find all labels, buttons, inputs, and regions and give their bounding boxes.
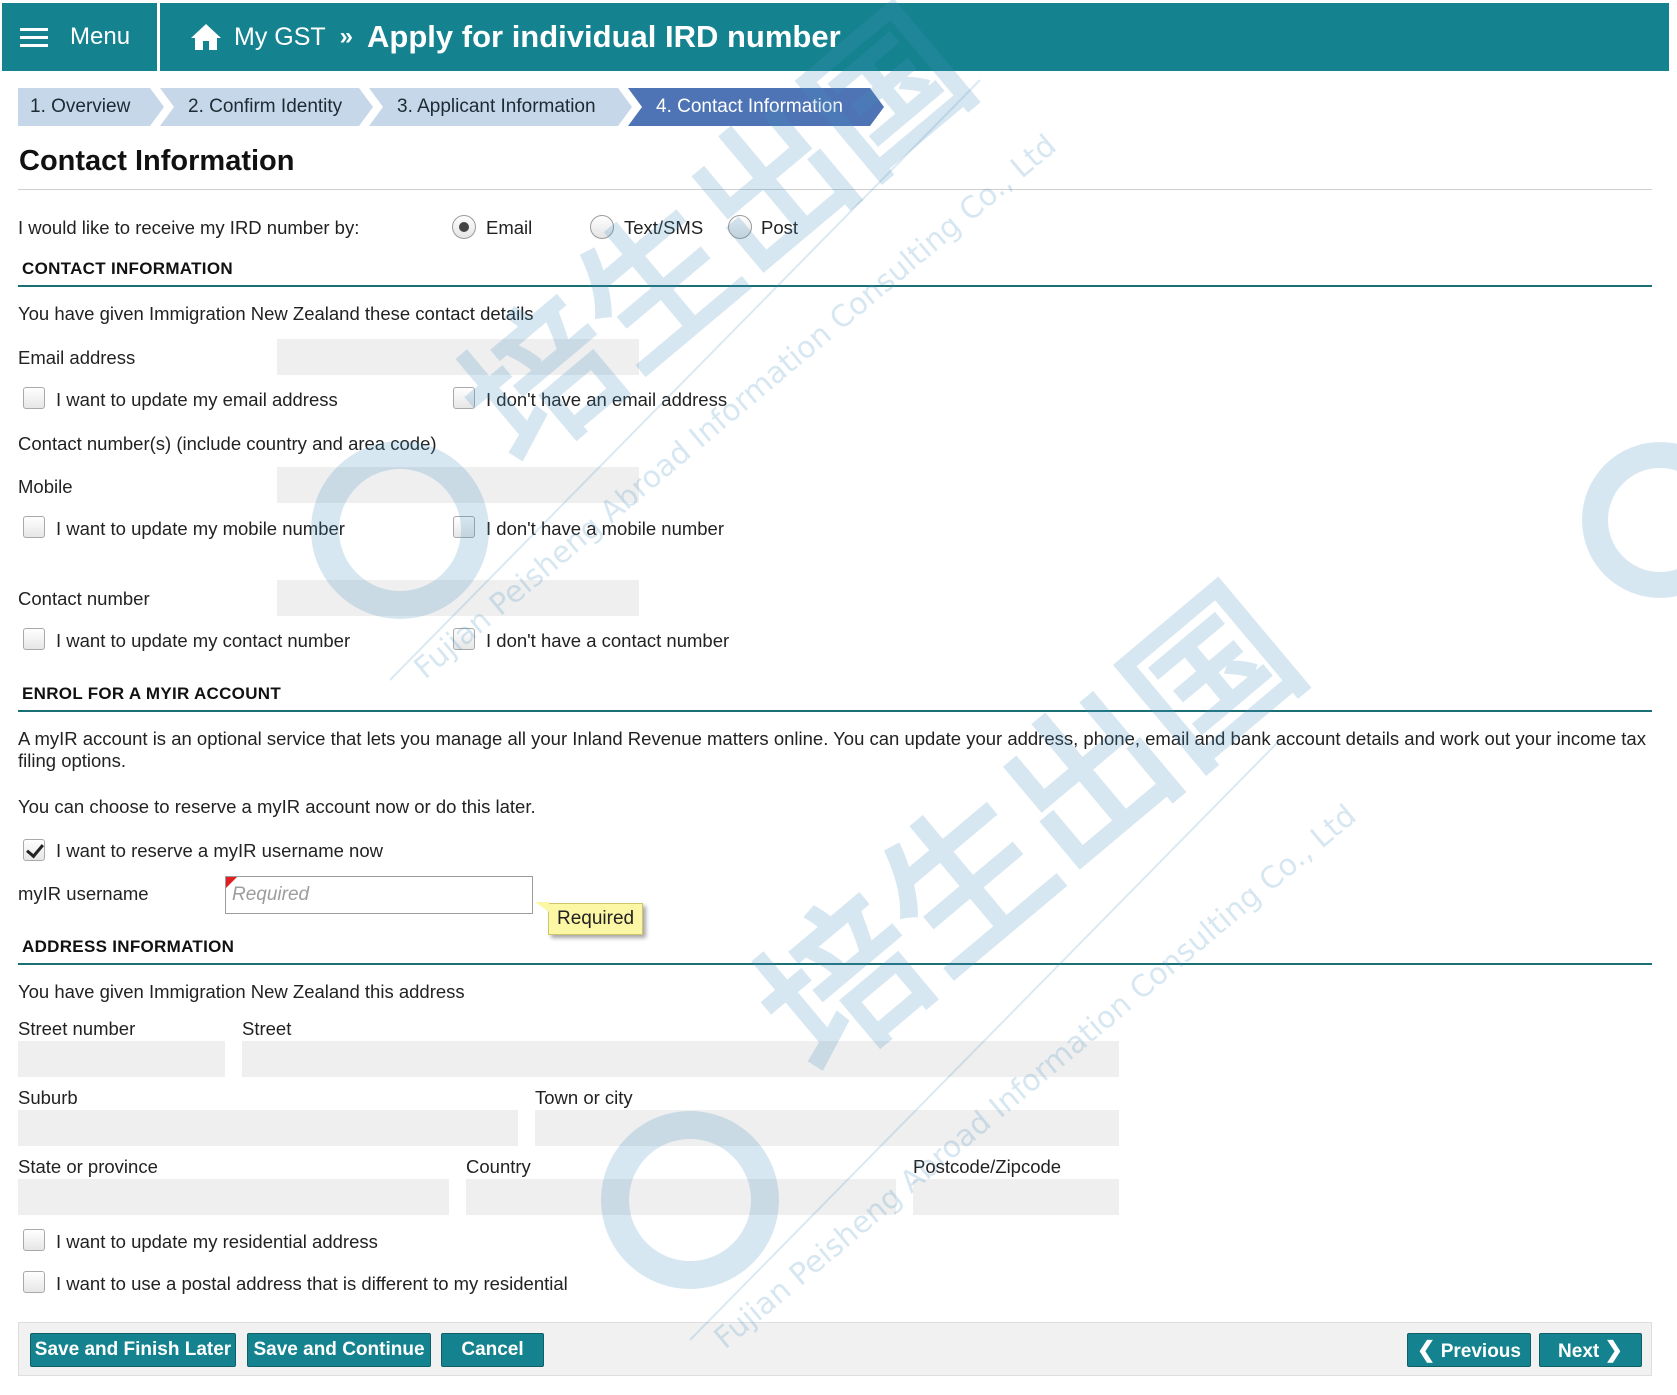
divider (18, 189, 1652, 190)
cancel-button[interactable]: Cancel (441, 1333, 544, 1367)
watermark-logo-icon (1582, 442, 1677, 598)
update-contact-label: I want to update my contact number (56, 630, 351, 651)
watermark-english-text: Fujian Peisheng Abroad Information Consu… (708, 798, 1364, 1356)
save-continue-button[interactable]: Save and Continue (247, 1333, 431, 1367)
no-email-label: I don't have an email address (486, 389, 728, 410)
update-residential-label: I want to update my residential address (56, 1231, 378, 1252)
breadcrumb: My GST » Apply for individual IRD number (190, 3, 841, 71)
chevron-right-icon: ❯ (1604, 1337, 1623, 1362)
required-indicator (226, 877, 237, 888)
breadcrumb-separator: » (339, 23, 354, 50)
no-mobile-label: I don't have a mobile number (486, 518, 725, 539)
menu-label: Menu (70, 23, 131, 50)
reserve-myir-label: I want to reserve a myIR username now (56, 840, 383, 861)
radio-text-sms[interactable] (590, 215, 614, 239)
hamburger-icon (20, 26, 48, 48)
contact-number-field (277, 580, 639, 616)
street-number-field (18, 1041, 225, 1077)
update-mobile-label: I want to update my mobile number (56, 518, 345, 539)
myir-choose-text: You can choose to reserve a myIR account… (18, 796, 536, 817)
radio-email[interactable] (452, 215, 476, 239)
no-email-checkbox[interactable] (453, 387, 475, 409)
update-contact-checkbox[interactable] (23, 628, 45, 650)
reserve-myir-checkbox[interactable] (23, 839, 45, 861)
page-title: Contact Information (19, 145, 295, 177)
footer-bar: Save and Finish Later Save and Continue … (18, 1322, 1652, 1376)
section-divider (18, 963, 1652, 965)
page-header-title: Apply for individual IRD number (367, 19, 841, 54)
postal-different-label: I want to use a postal address that is d… (56, 1273, 568, 1294)
email-label: Email address (18, 347, 136, 368)
myir-username-label: myIR username (18, 883, 149, 904)
town-field (535, 1110, 1119, 1146)
breadcrumb-home-link[interactable]: My GST (234, 23, 326, 52)
menu-button[interactable]: Menu (2, 3, 160, 71)
suburb-label: Suburb (18, 1087, 78, 1108)
state-label: State or province (18, 1156, 158, 1177)
required-tooltip: Required (534, 902, 644, 935)
next-button[interactable]: Next ❯ (1539, 1333, 1642, 1367)
update-email-checkbox[interactable] (23, 387, 45, 409)
contact-intro: You have given Immigration New Zealand t… (18, 303, 534, 324)
watermark-chinese-text: 培生出国 (724, 554, 1334, 1109)
contact-numbers-label: Contact number(s) (include country and a… (18, 433, 437, 454)
state-field (18, 1179, 449, 1215)
save-finish-later-button[interactable]: Save and Finish Later (30, 1333, 236, 1367)
watermark-chinese-text: 培生出国 (431, 0, 1002, 498)
contact-number-label: Contact number (18, 588, 150, 609)
postcode-field (913, 1179, 1119, 1215)
suburb-field (18, 1110, 518, 1146)
country-label: Country (466, 1156, 531, 1177)
no-mobile-checkbox[interactable] (453, 516, 475, 538)
update-mobile-checkbox[interactable] (23, 516, 45, 538)
street-field (242, 1041, 1119, 1077)
watermark-line (689, 739, 1281, 1341)
previous-button[interactable]: ❮ Previous (1407, 1333, 1531, 1367)
radio-email-label: Email (486, 217, 533, 238)
update-residential-checkbox[interactable] (23, 1229, 45, 1251)
myir-section-heading: ENROL FOR A MYIR ACCOUNT (22, 684, 282, 703)
address-intro: You have given Immigration New Zealand t… (18, 981, 465, 1002)
email-field (277, 339, 639, 375)
postcode-label: Postcode/Zipcode (913, 1156, 1062, 1177)
no-contact-label: I don't have a contact number (486, 630, 730, 651)
step-applicant-information[interactable]: 3. Applicant Information (369, 88, 632, 126)
town-label: Town or city (535, 1087, 633, 1108)
section-divider (18, 285, 1652, 287)
step-confirm-identity[interactable]: 2. Confirm Identity (160, 88, 373, 126)
radio-text-sms-label: Text/SMS (624, 217, 704, 238)
radio-post[interactable] (728, 215, 752, 239)
address-section-heading: ADDRESS INFORMATION (22, 937, 235, 956)
step-contact-information[interactable]: 4. Contact Information (628, 88, 884, 126)
radio-post-label: Post (761, 217, 799, 238)
home-icon[interactable] (190, 22, 222, 52)
step-overview[interactable]: 1. Overview (18, 88, 164, 126)
section-divider (18, 710, 1652, 712)
street-label: Street (242, 1018, 292, 1039)
postal-different-checkbox[interactable] (23, 1271, 45, 1293)
update-email-label: I want to update my email address (56, 389, 338, 410)
myir-username-input[interactable] (225, 876, 533, 914)
myir-description: A myIR account is an optional service th… (18, 728, 1646, 771)
chevron-left-icon: ❮ (1417, 1337, 1436, 1362)
contact-section-heading: CONTACT INFORMATION (22, 259, 233, 278)
mobile-label: Mobile (18, 476, 73, 497)
top-bar: Menu My GST » Apply for individual IRD n… (2, 3, 1669, 71)
no-contact-checkbox[interactable] (453, 628, 475, 650)
receive-by-label: I would like to receive my IRD number by… (18, 217, 360, 238)
mobile-field (277, 467, 639, 503)
street-number-label: Street number (18, 1018, 136, 1039)
country-field (466, 1179, 896, 1215)
